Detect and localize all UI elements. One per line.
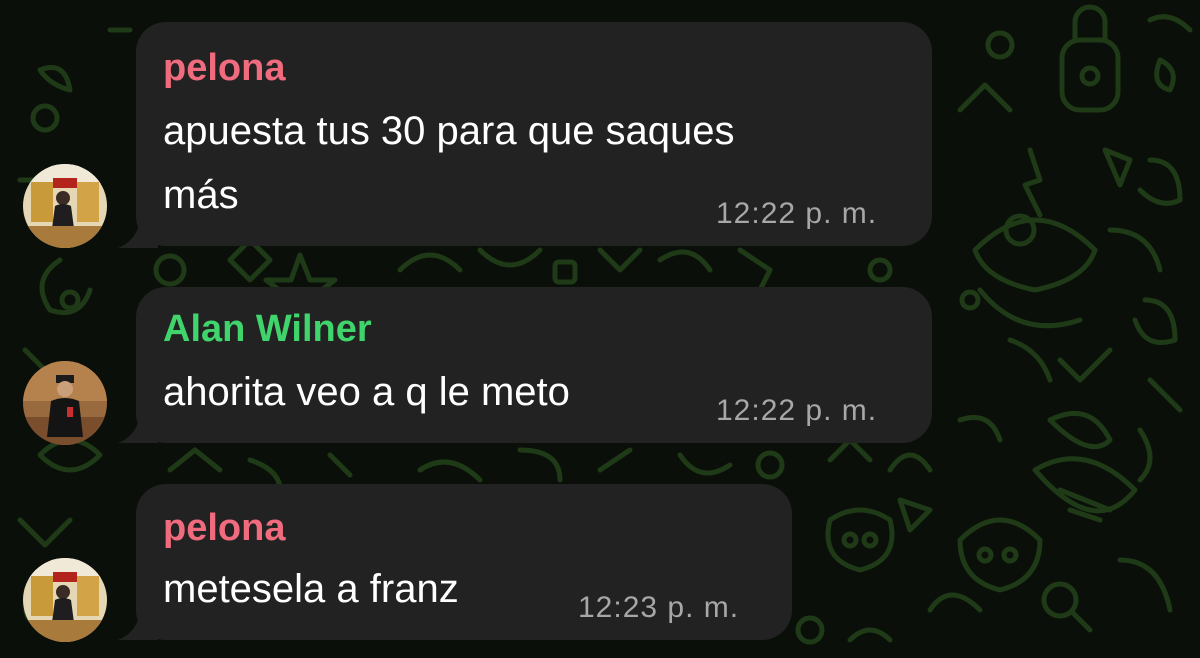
sender-name[interactable]: pelona	[163, 506, 285, 550]
message-text-line-1: ahorita veo a q le meto	[163, 370, 570, 414]
alan-wilner-avatar-image	[23, 361, 107, 445]
message-text-line-1: metesela a franz	[163, 567, 459, 611]
message-text-line-2: más	[163, 173, 239, 217]
message-timestamp: 12:23 p. m.	[578, 591, 740, 624]
pelona-avatar[interactable]	[23, 164, 107, 248]
message-timestamp: 12:22 p. m.	[716, 197, 878, 230]
pelona-avatar-image	[23, 164, 107, 248]
alan-wilner-avatar[interactable]	[23, 361, 107, 445]
sender-name[interactable]: Alan Wilner	[163, 307, 372, 351]
pelona-avatar[interactable]	[23, 558, 107, 642]
message-bubble[interactable]: Alan Wilner ahorita veo a q le meto 12:2…	[136, 287, 932, 443]
chat-messages[interactable]: pelona apuesta tus 30 para que saques má…	[0, 0, 1200, 658]
message-bubble[interactable]: pelona metesela a franz 12:23 p. m.	[136, 484, 792, 640]
sender-name[interactable]: pelona	[163, 46, 285, 90]
message-text-line-1: apuesta tus 30 para que saques	[163, 109, 735, 153]
message-bubble[interactable]: pelona apuesta tus 30 para que saques má…	[136, 22, 932, 246]
pelona-avatar-image	[23, 558, 107, 642]
message-timestamp: 12:22 p. m.	[716, 394, 878, 427]
